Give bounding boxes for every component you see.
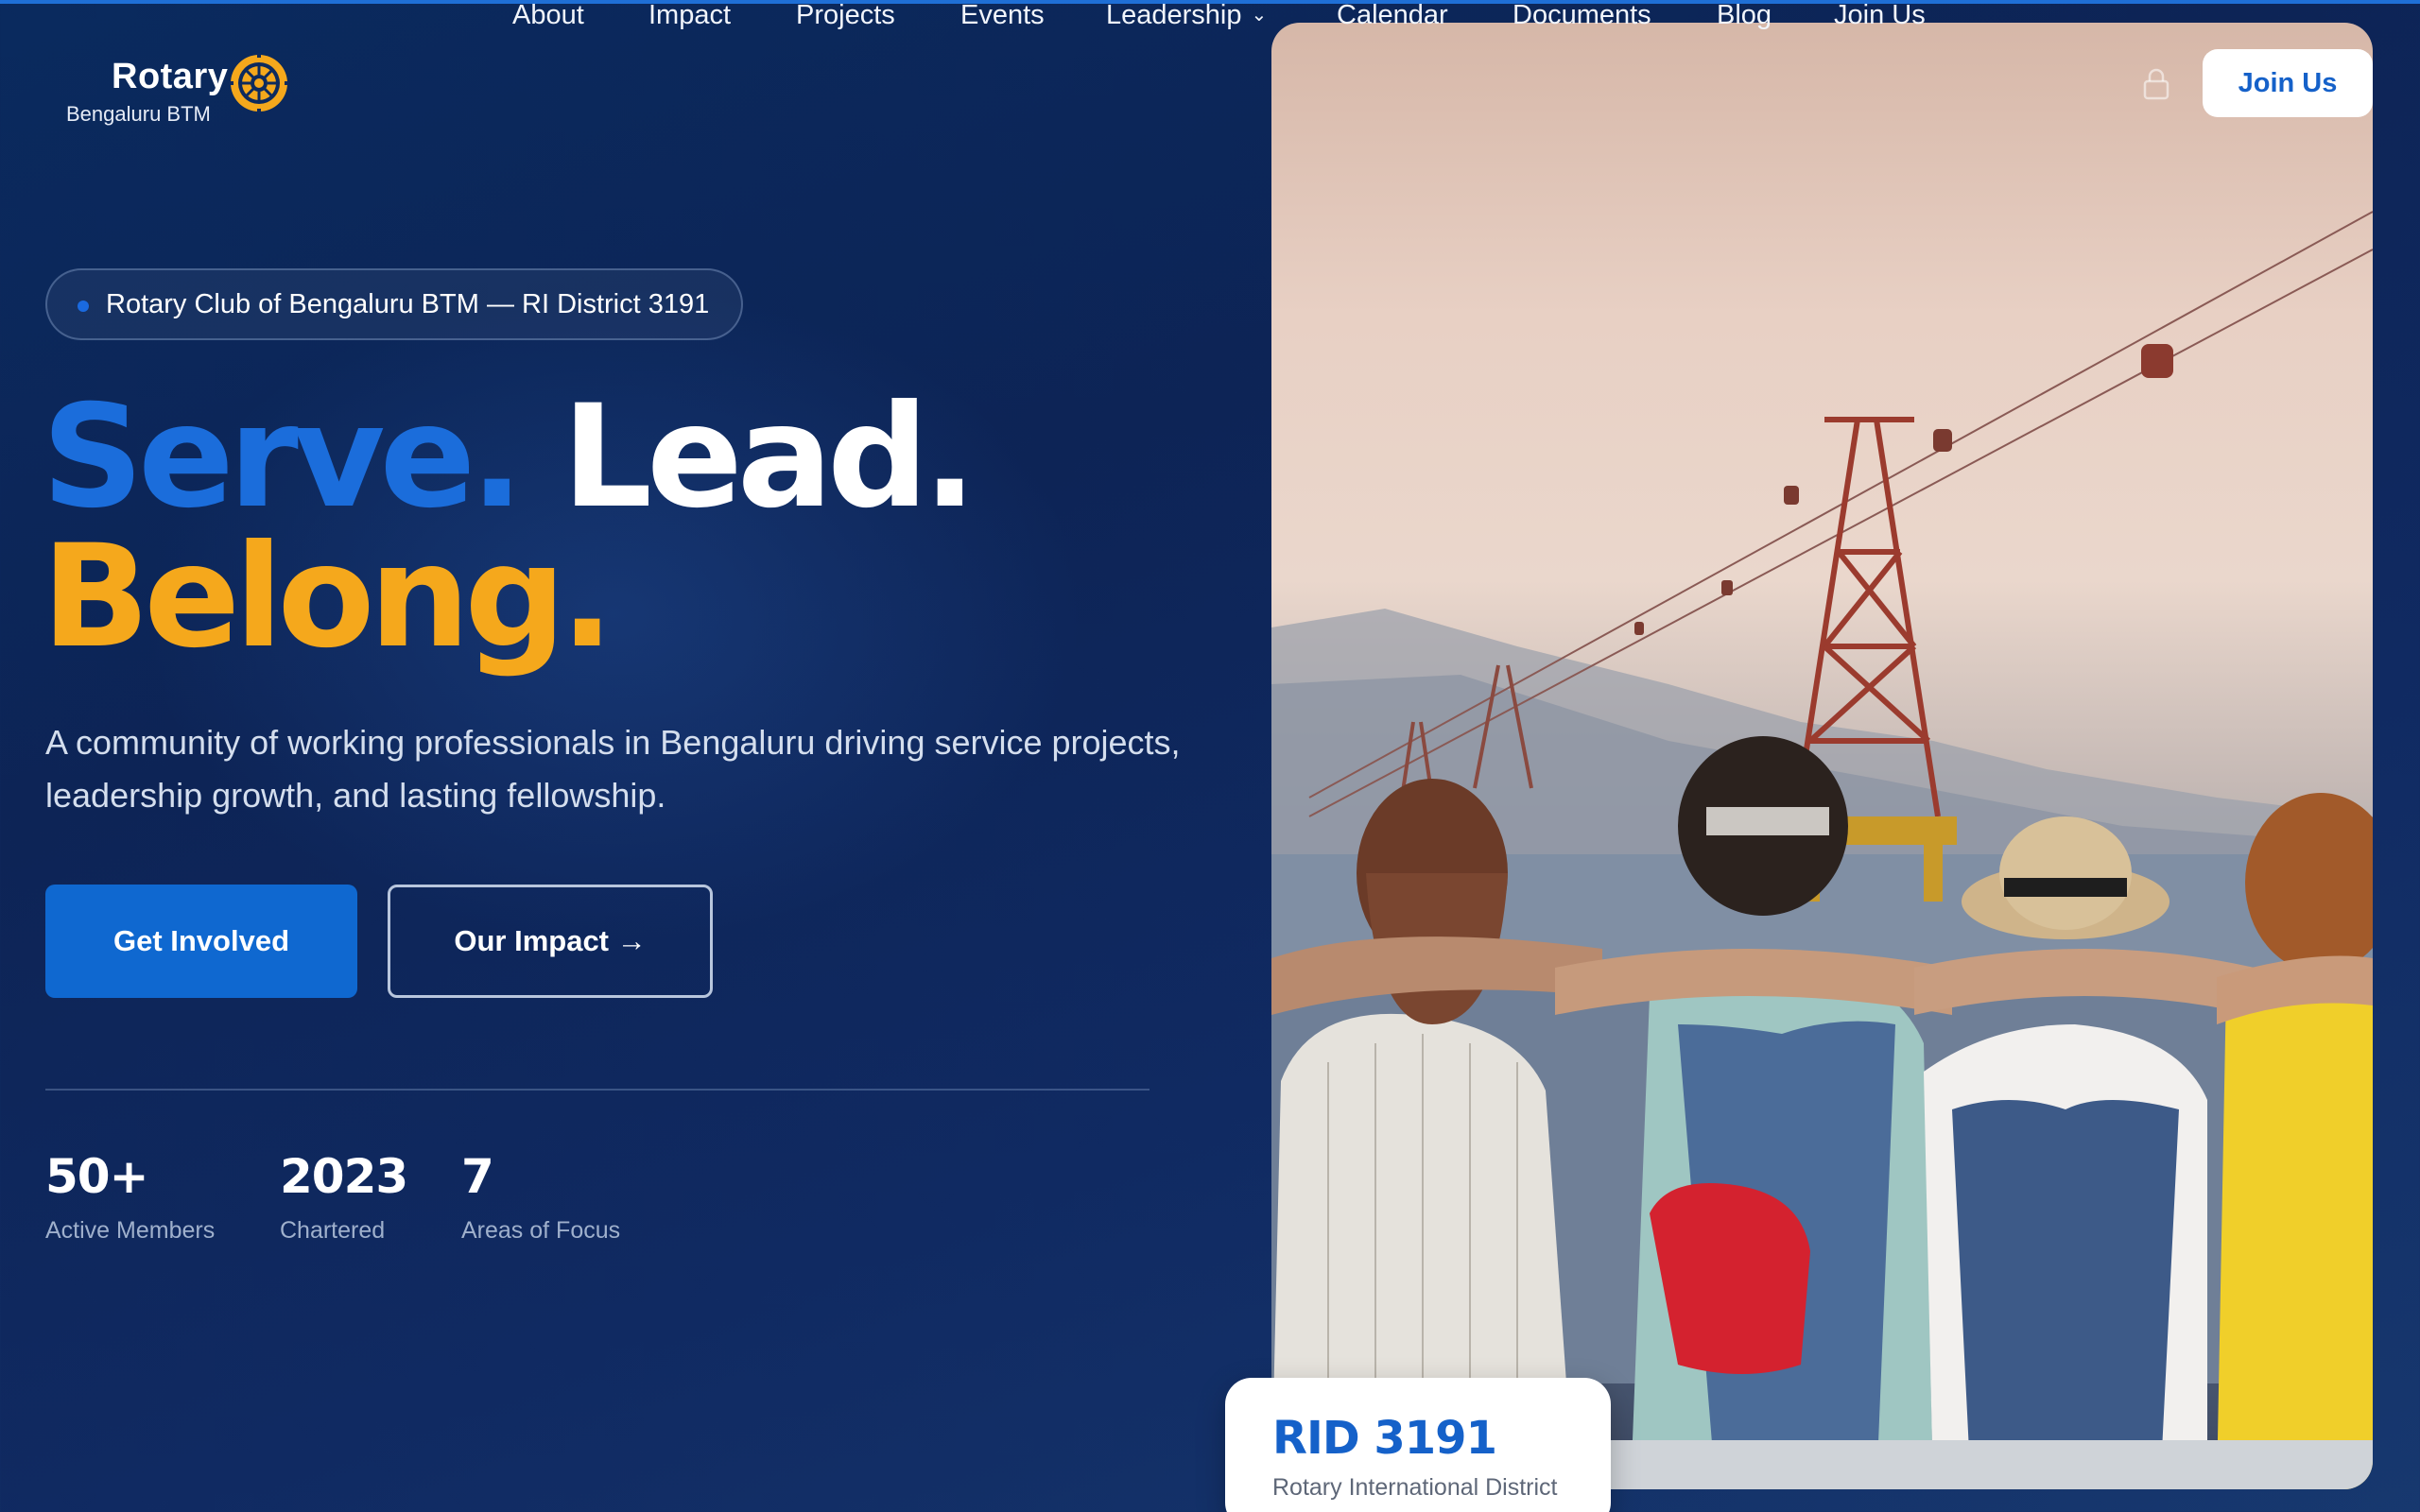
stat-value: 2023	[280, 1149, 408, 1204]
nav-blog[interactable]: Blog	[1717, 0, 1772, 31]
rotary-wheel-icon	[229, 53, 289, 113]
logo-subtitle: Bengaluru BTM	[66, 102, 211, 126]
our-impact-button[interactable]: Our Impact →	[388, 885, 713, 998]
stat-label: Active Members	[45, 1217, 216, 1244]
get-involved-button[interactable]: Get Involved	[45, 885, 357, 998]
club-badge: Rotary Club of Bengaluru BTM — RI Distri…	[45, 268, 743, 340]
stat-label: Chartered	[280, 1217, 386, 1244]
hero-photo-illustration	[1271, 211, 2373, 1489]
nav-leadership-label: Leadership	[1106, 0, 1242, 30]
nav-about[interactable]: About	[512, 0, 584, 31]
rotary-logo[interactable]: Rotary Bengaluru BTM	[64, 49, 310, 134]
stat-members: 50+ Active Members	[45, 1149, 215, 1245]
headline-belong: Belong.	[42, 515, 614, 679]
hero-headline: Serve. Lead. Belong.	[42, 387, 977, 668]
nav-impact[interactable]: Impact	[648, 0, 731, 31]
logo-wordmark: Rotary	[112, 57, 229, 96]
district-card: RID 3191 Rotary International District	[1225, 1378, 1611, 1512]
stat-value: 50+	[45, 1149, 148, 1204]
nav-calendar[interactable]: Calendar	[1337, 0, 1448, 31]
nav-events[interactable]: Events	[960, 0, 1045, 31]
district-card-title: RID 3191	[1272, 1412, 1497, 1465]
nav-join-us[interactable]: Join Us	[1834, 0, 1926, 31]
nav-projects[interactable]: Projects	[796, 0, 895, 31]
hero-description: A community of working professionals in …	[45, 723, 1181, 815]
club-badge-text: Rotary Club of Bengaluru BTM — RI Distri…	[106, 289, 710, 319]
stats-divider	[45, 1089, 1150, 1091]
lock-icon[interactable]	[2142, 68, 2170, 100]
headline-lead: Lead.	[562, 375, 977, 540]
stat-areas-of-focus: 7 Areas of Focus	[461, 1149, 620, 1245]
nav-documents[interactable]: Documents	[1512, 0, 1651, 31]
stat-chartered: 2023 Chartered	[280, 1149, 408, 1245]
join-us-button[interactable]: Join Us	[2203, 49, 2373, 117]
district-card-subtitle: Rotary International District	[1272, 1474, 1558, 1501]
stat-value: 7	[461, 1149, 494, 1204]
stat-label: Areas of Focus	[461, 1217, 621, 1244]
nav-leadership[interactable]: Leadership ⌄	[1106, 0, 1267, 31]
chevron-down-icon: ⌄	[1251, 5, 1268, 26]
badge-dot	[78, 301, 89, 312]
hero-photo	[1271, 23, 2373, 1489]
